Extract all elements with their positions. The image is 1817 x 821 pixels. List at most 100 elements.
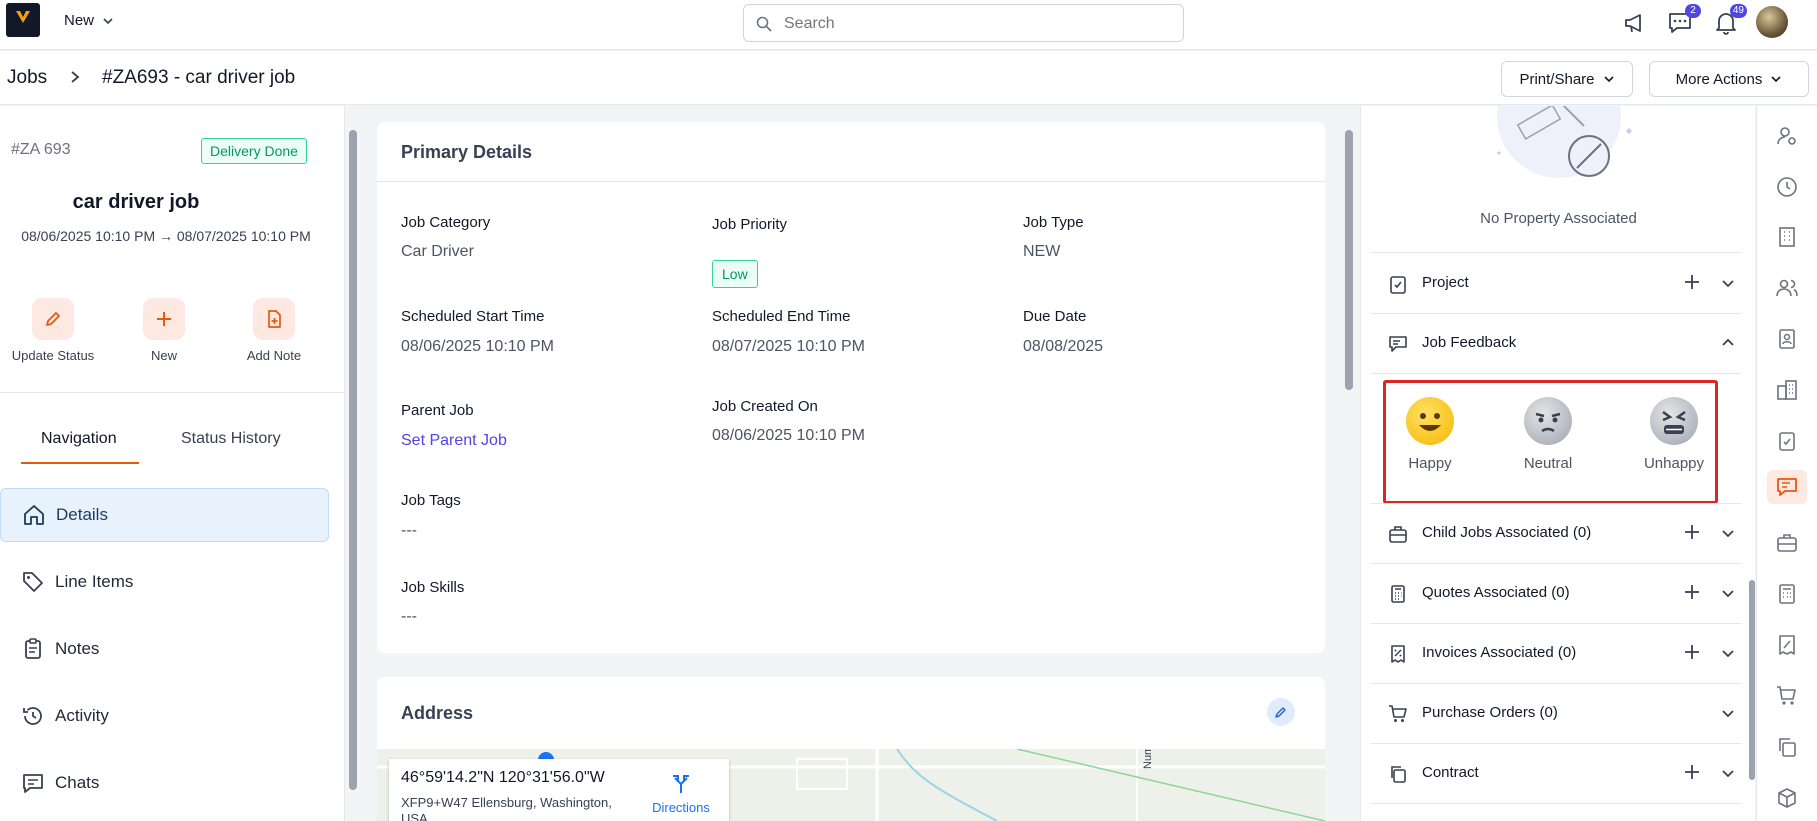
chevron-right-icon [71, 71, 80, 83]
quotes-section[interactable]: Quotes Associated (0) [1371, 564, 1741, 624]
chevron-down-icon[interactable] [1721, 526, 1735, 540]
nav-item-activity[interactable]: Activity [0, 689, 329, 743]
building-icon[interactable] [1775, 225, 1799, 249]
update-status-button[interactable]: Update Status [3, 298, 103, 363]
job-skills-label: Job Skills [401, 579, 465, 596]
left-scrollbar[interactable] [349, 110, 357, 810]
directions-button[interactable]: Directions [641, 773, 721, 815]
nav-item-details[interactable]: Details [0, 488, 329, 542]
person-settings-icon[interactable] [1775, 124, 1799, 148]
more-actions-label: More Actions [1675, 70, 1763, 88]
plus-icon[interactable] [1683, 763, 1701, 781]
job-feedback-title: Job Feedback [1422, 334, 1517, 351]
page-title: #ZA693 - car driver job [102, 67, 296, 88]
divider [1371, 252, 1741, 253]
plus-icon[interactable] [1683, 273, 1701, 291]
job-skills-value: --- [401, 608, 417, 625]
right-scrollbar[interactable] [1749, 110, 1756, 810]
project-section[interactable]: Project [1371, 254, 1741, 314]
purchase-orders-section[interactable]: Purchase Orders (0) [1371, 684, 1741, 744]
scrollbar-thumb[interactable] [349, 130, 357, 790]
scrollbar-thumb[interactable] [1345, 130, 1353, 390]
set-parent-job-link[interactable]: Set Parent Job [401, 432, 507, 450]
briefcase-icon [1389, 526, 1407, 543]
invoices-section[interactable]: Invoices Associated (0) [1371, 624, 1741, 684]
parent-job-label: Parent Job [401, 402, 474, 419]
breadcrumb: Jobs #ZA693 - car driver job Print/Share… [0, 51, 1817, 105]
chevron-down-icon[interactable] [1721, 706, 1735, 720]
status-badge: Delivery Done [201, 138, 307, 164]
feedback-happy-option[interactable]: Happy [1400, 397, 1460, 472]
pencil-icon [1275, 707, 1286, 718]
receipt-percent-icon[interactable] [1775, 633, 1799, 657]
due-date-label: Due Date [1023, 308, 1087, 325]
neutral-face-icon [1524, 397, 1572, 445]
feedback-neutral-option[interactable]: Neutral [1513, 397, 1583, 472]
feedback-icon[interactable] [1775, 475, 1799, 499]
job-type-label: Job Type [1023, 214, 1084, 231]
primary-details-title: Primary Details [401, 142, 533, 162]
users-icon[interactable] [1775, 276, 1799, 300]
app-logo[interactable] [6, 3, 40, 37]
more-actions-button[interactable]: More Actions [1649, 61, 1809, 97]
job-category-label: Job Category [401, 214, 491, 231]
edit-address-button[interactable] [1267, 698, 1295, 726]
add-note-button[interactable]: Add Note [224, 298, 324, 363]
no-property-illustration [1497, 106, 1632, 178]
map-road-label: Number [1142, 749, 1154, 769]
tab-navigation[interactable]: Navigation [41, 430, 117, 448]
clipboard-check-icon[interactable] [1775, 429, 1799, 453]
briefcase-icon[interactable] [1775, 531, 1799, 555]
job-id: #ZA 693 [11, 141, 71, 158]
job-date-range: 08/06/2025 10:10 PM → 08/07/2025 10:10 P… [21, 228, 311, 244]
cart-icon[interactable] [1775, 684, 1799, 708]
chevron-down-icon[interactable] [1721, 646, 1735, 660]
search-box[interactable] [743, 4, 1184, 42]
job-tags-label: Job Tags [401, 492, 461, 509]
child-jobs-section[interactable]: Child Jobs Associated (0) [1371, 504, 1741, 564]
tag-icon [23, 572, 43, 592]
project-title: Project [1422, 274, 1469, 291]
user-avatar[interactable] [1756, 6, 1788, 38]
plus-icon[interactable] [1683, 643, 1701, 661]
chevron-down-icon [103, 17, 113, 24]
scheduled-end-value: 08/07/2025 10:10 PM [712, 338, 866, 355]
announcement-button[interactable] [1622, 10, 1648, 36]
receipt-percent-icon [1391, 645, 1405, 663]
notification-badge: 49 [1729, 4, 1747, 18]
contract-section[interactable]: Contract [1371, 744, 1741, 804]
copy-document-icon[interactable] [1775, 735, 1799, 759]
contact-book-icon[interactable] [1775, 327, 1799, 351]
feedback-unhappy-option[interactable]: Unhappy [1639, 397, 1709, 472]
job-feedback-options: Happy Neutral Unhappy [1383, 380, 1718, 504]
map-info-card: 46°59'14.2"N 120°31'56.0"W XFP9+W47 Elle… [389, 759, 729, 821]
chat-button[interactable]: 2 [1667, 4, 1701, 36]
chevron-down-icon[interactable] [1721, 276, 1735, 290]
nav-item-line-items[interactable]: Line Items [0, 555, 329, 609]
address-map[interactable]: Number 46°59'14.2"N 120°31'56.0"W XFP9+W… [377, 749, 1325, 821]
job-feedback-section[interactable]: Job Feedback [1371, 314, 1741, 374]
cube-icon[interactable] [1775, 786, 1799, 810]
plus-icon[interactable] [1683, 583, 1701, 601]
nav-item-notes[interactable]: Notes [0, 622, 329, 676]
middle-scrollbar[interactable] [1345, 110, 1353, 810]
nav-item-chats[interactable]: Chats [0, 756, 329, 810]
chevron-up-icon[interactable] [1721, 336, 1735, 350]
notification-button[interactable]: 49 [1713, 4, 1747, 36]
breadcrumb-jobs-link[interactable]: Jobs [7, 67, 47, 89]
clock-icon[interactable] [1775, 175, 1799, 199]
tab-status-history[interactable]: Status History [181, 430, 281, 448]
calculator-icon[interactable] [1775, 582, 1799, 606]
job-tags-value: --- [401, 522, 417, 539]
job-priority-label: Job Priority [712, 216, 788, 233]
new-menu-button[interactable]: New [64, 12, 114, 29]
divider [377, 181, 1325, 182]
scrollbar-thumb[interactable] [1749, 580, 1755, 780]
search-input[interactable] [784, 13, 1164, 35]
print-share-button[interactable]: Print/Share [1501, 61, 1633, 97]
plus-icon[interactable] [1683, 523, 1701, 541]
office-building-icon[interactable] [1775, 378, 1799, 402]
chevron-down-icon[interactable] [1721, 766, 1735, 780]
chevron-down-icon[interactable] [1721, 586, 1735, 600]
new-action-button[interactable]: New [114, 298, 214, 363]
